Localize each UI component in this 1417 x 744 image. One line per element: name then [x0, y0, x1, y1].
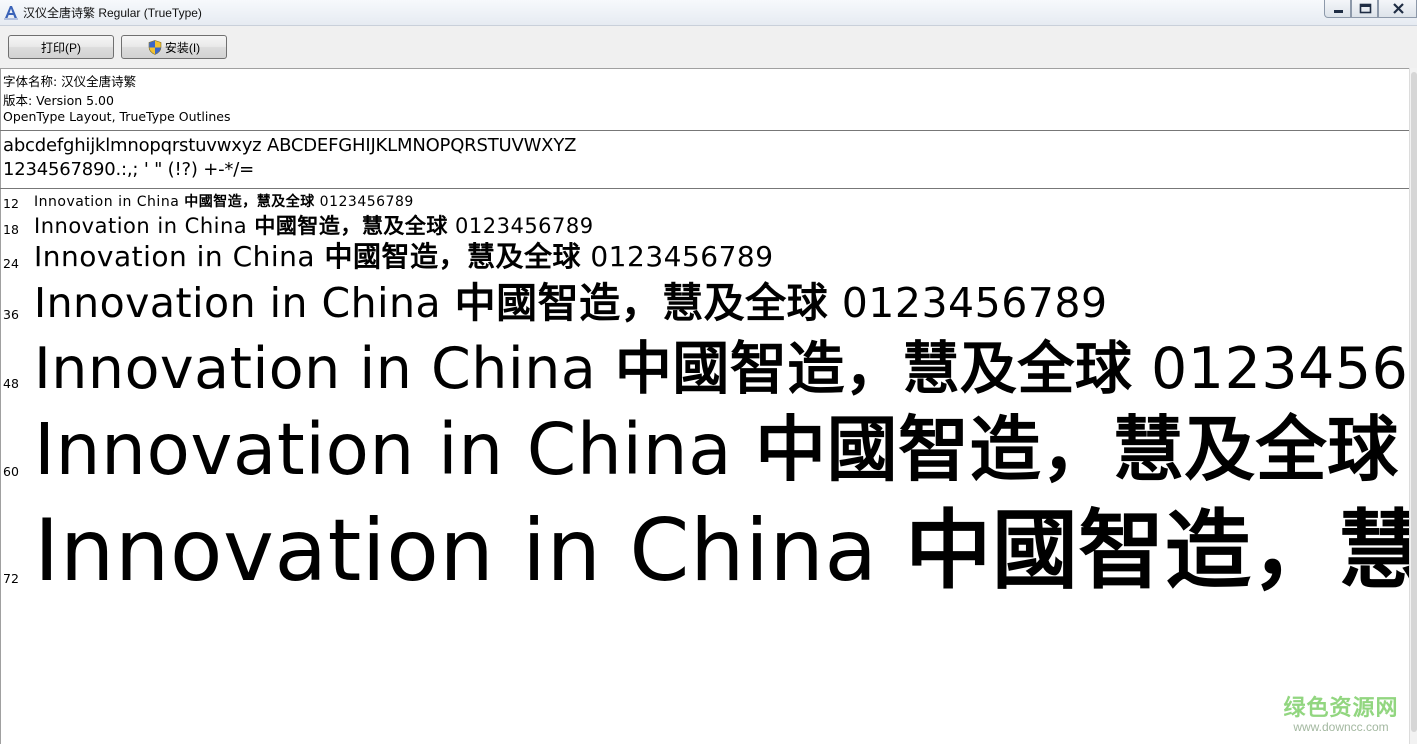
sample-text: Innovation in China 中國智造，慧及全球 0123456789 [34, 283, 1108, 324]
sample-row-24: 24 Innovation in China 中國智造，慧及全球 0123456… [0, 240, 1409, 278]
sample-digits: 0123456 [1132, 336, 1409, 402]
size-label: 36 [3, 307, 19, 322]
maximize-button[interactable] [1351, 0, 1378, 18]
sample-latin: Innovation in China [34, 214, 255, 238]
sample-row-72: 72 Innovation in China 中國智造，慧 [0, 500, 1409, 605]
print-button[interactable]: 打印(P) [8, 35, 114, 59]
size-label: 18 [3, 222, 19, 237]
sample-digits: 0123456789 [580, 240, 774, 273]
print-button-label: 打印(P) [41, 40, 81, 55]
font-version-line: 版本: Version 5.00 [3, 93, 114, 108]
sample-text: Innovation in China 中國智造，慧及全球 0123456 [34, 340, 1408, 398]
sample-cjk: 中國智造，慧及全球 [324, 240, 581, 273]
sample-text: Innovation in China 中國智造，慧及全球 [34, 414, 1399, 486]
sample-digits: 0123456789 [314, 194, 414, 210]
sample-cjk: 中國智造，慧及全球 [184, 194, 315, 210]
charset-digits: 1234567890.:,; ' " (!?) +-*/= [3, 159, 254, 180]
sample-latin: Innovation in China [34, 408, 756, 491]
sample-cjk: 中國智造，慧及全球 [454, 280, 829, 327]
install-button[interactable]: 安装(I) [121, 35, 227, 59]
vertical-scrollbar[interactable] [1409, 68, 1417, 744]
size-label: 12 [3, 196, 19, 211]
font-name-line: 字体名称: 汉仪全唐诗繁 [3, 74, 137, 89]
divider [0, 130, 1409, 131]
watermark-url: www.downcc.com [1293, 720, 1389, 734]
close-button[interactable] [1378, 0, 1417, 18]
left-border [0, 68, 1, 744]
size-label: 48 [3, 376, 19, 391]
close-icon [1393, 3, 1404, 14]
sample-text: Innovation in China 中國智造，慧及全球 0123456789 [34, 243, 774, 271]
sample-latin: Innovation in China [34, 194, 185, 210]
sample-cjk: 中國智造，慧及全球 [614, 335, 1133, 402]
sample-latin: Innovation in China [34, 280, 455, 327]
sample-row-12: 12 Innovation in China 中國智造，慧及全球 0123456… [0, 193, 1409, 213]
size-label: 72 [3, 571, 19, 586]
toolbar: 打印(P) 安装(I) [0, 26, 1417, 69]
size-label: 24 [3, 256, 19, 271]
font-type-line: OpenType Layout, TrueType Outlines [3, 109, 231, 124]
sample-row-60: 60 Innovation in China 中國智造，慧及全球 [0, 408, 1409, 496]
window-title: 汉仪全唐诗繁 Regular (TrueType) [23, 6, 202, 20]
sample-text: Innovation in China 中國智造，慧及全球 0123456789 [34, 215, 594, 237]
sample-text: Innovation in China 中國智造，慧 [34, 508, 1409, 595]
sample-row-36: 36 Innovation in China 中國智造，慧及全球 0123456… [0, 280, 1409, 330]
sample-cjk: 中國智造，慧及全球 [254, 213, 448, 238]
charset-letters: abcdefghijklmnopqrstuvwxyz ABCDEFGHIJKLM… [3, 135, 577, 156]
divider [0, 188, 1409, 189]
sample-latin: Innovation in China [34, 336, 615, 402]
sample-cjk: 中國智造，慧及全球 [755, 408, 1399, 491]
sample-text: Innovation in China 中國智造，慧及全球 0123456789 [34, 195, 414, 209]
install-button-label: 安装(I) [164, 40, 201, 55]
minimize-icon [1334, 10, 1343, 13]
minimize-button[interactable] [1324, 0, 1351, 18]
uac-shield-icon [148, 39, 162, 55]
sample-cjk: 中國智造，慧 [905, 500, 1409, 601]
sample-latin: Innovation in China [34, 240, 325, 273]
sample-digits: 0123456789 [828, 280, 1108, 327]
sample-digits: 0123456789 [447, 214, 594, 238]
scrollbar-thumb[interactable] [1411, 72, 1417, 732]
watermark: 绿色资源网 www.downcc.com [1282, 690, 1400, 736]
sample-row-18: 18 Innovation in China 中國智造，慧及全球 0123456… [0, 213, 1409, 241]
sample-latin: Innovation in China [34, 501, 906, 601]
size-label: 60 [3, 464, 19, 479]
font-app-icon [4, 6, 18, 20]
watermark-main: 绿色资源网 [1283, 696, 1399, 721]
title-bar: 汉仪全唐诗繁 Regular (TrueType) [0, 0, 1417, 26]
sample-row-48: 48 Innovation in China 中國智造，慧及全球 0123456 [0, 334, 1409, 404]
maximize-icon [1359, 3, 1372, 14]
